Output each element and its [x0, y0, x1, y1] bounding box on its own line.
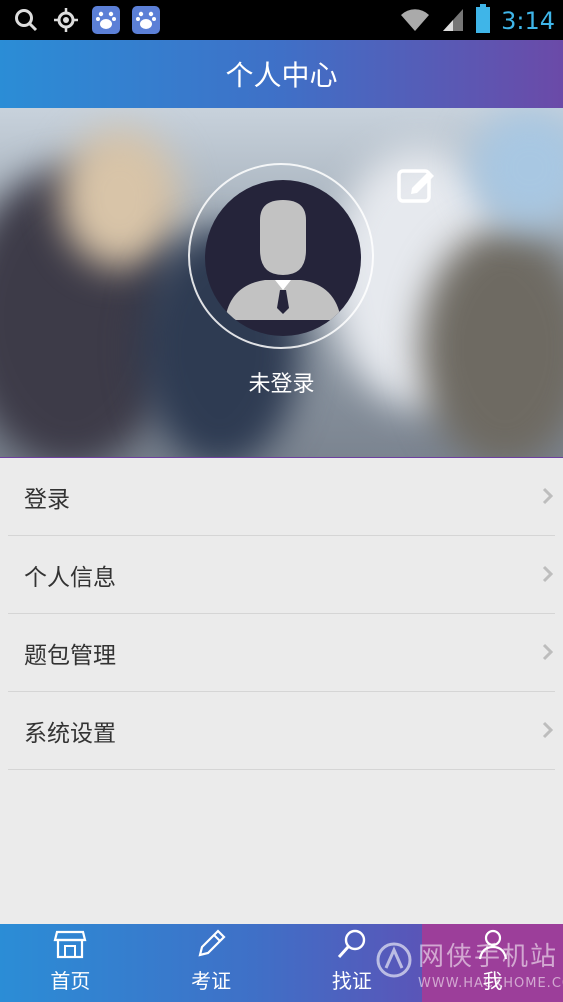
status-bar: 3:14	[0, 0, 563, 40]
chevron-right-icon	[542, 643, 554, 661]
baidu-icon	[132, 6, 160, 34]
gps-icon	[52, 6, 80, 34]
menu-item-login[interactable]: 登录	[8, 458, 555, 536]
menu-list: 登录 个人信息 题包管理 系统设置	[8, 458, 555, 770]
store-icon	[53, 930, 87, 959]
title-bar: 个人中心	[0, 40, 563, 108]
pencil-icon	[198, 929, 226, 957]
tab-home[interactable]: 首页	[0, 924, 141, 1002]
page-title: 个人中心	[225, 59, 338, 92]
signal-icon	[441, 5, 465, 37]
menu-item-settings[interactable]: 系统设置	[8, 692, 555, 770]
search-icon	[337, 929, 366, 959]
watermark-url: WWW.HACKHOME.COM	[418, 976, 563, 991]
wifi-icon	[399, 5, 431, 37]
watermark-title: 网侠手机站	[418, 942, 559, 972]
edit-icon	[397, 169, 434, 203]
status-time: 3:14	[501, 7, 555, 35]
menu-item-label: 系统设置	[24, 720, 116, 747]
banner-bg-shape	[60, 128, 180, 268]
user-silhouette-icon	[225, 200, 341, 320]
search-icon	[12, 6, 40, 34]
edit-profile-button[interactable]	[396, 164, 436, 204]
menu-item-label: 个人信息	[24, 564, 116, 591]
menu-item-label: 题包管理	[24, 642, 116, 669]
battery-icon	[475, 4, 491, 38]
chevron-right-icon	[542, 565, 554, 583]
baidu-icon	[92, 6, 120, 34]
tab-label: 考证	[191, 969, 232, 993]
watermark-logo-icon	[376, 942, 412, 978]
menu-item-question-bank[interactable]: 题包管理	[8, 614, 555, 692]
profile-banner: 未登录	[0, 108, 563, 458]
tab-label: 找证	[331, 969, 372, 993]
chevron-right-icon	[542, 487, 554, 505]
avatar[interactable]	[205, 180, 361, 336]
menu-item-label: 登录	[24, 486, 70, 513]
menu-item-personal-info[interactable]: 个人信息	[8, 536, 555, 614]
tab-exam[interactable]: 考证	[141, 924, 282, 1002]
chevron-right-icon	[542, 721, 554, 739]
tab-label: 首页	[50, 969, 91, 993]
watermark: 网侠手机站 WWW.HACKHOME.COM	[370, 934, 563, 1000]
login-status: 未登录	[248, 372, 315, 397]
